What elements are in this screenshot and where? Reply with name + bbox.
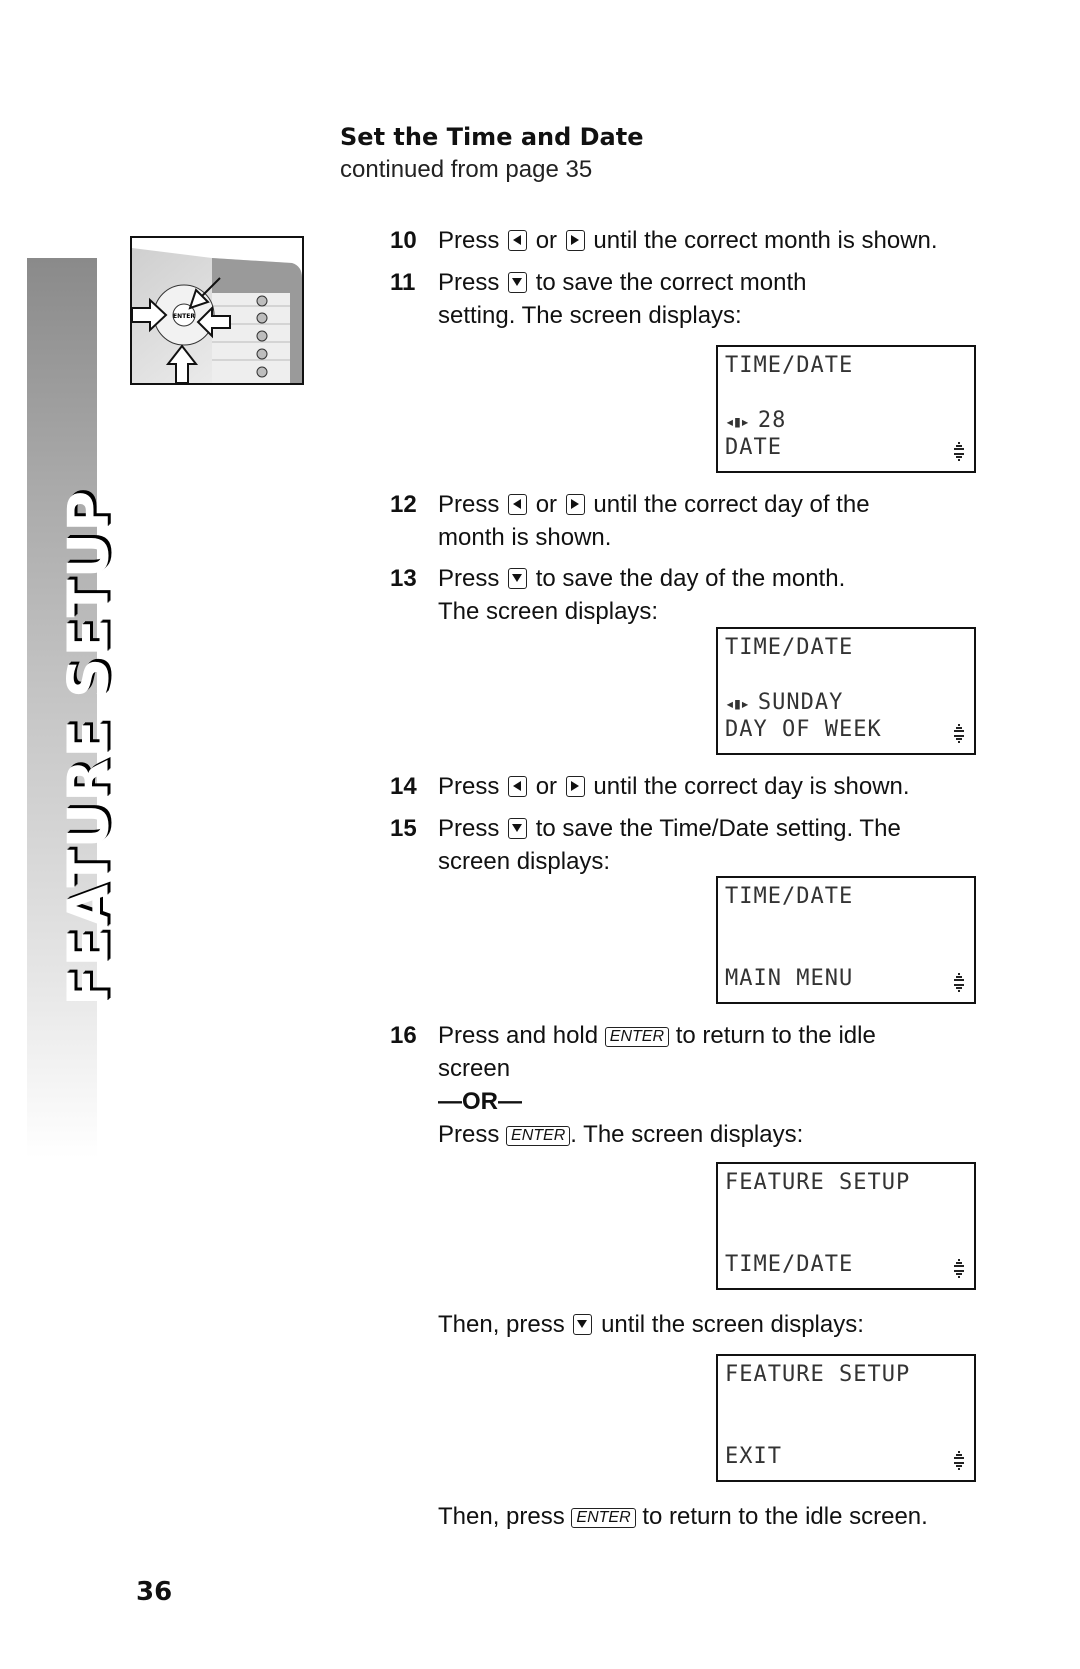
lcd-screen-day-of-week: TIME/DATE ◂▮▸ SUNDAY DAY OF WEEK: [716, 627, 976, 755]
scroll-indicator-icon: [954, 442, 964, 461]
para-text: until the screen displays:: [601, 1311, 864, 1338]
lcd-line-4: MAIN MENU: [725, 966, 854, 991]
left-arrow-key-icon: [508, 776, 528, 797]
step-text: screen: [438, 1055, 511, 1082]
step-text: month is shown.: [438, 524, 612, 551]
step-text: or: [535, 491, 558, 518]
enter-key-icon: ENTER: [604, 1027, 670, 1047]
step-number: 11: [390, 269, 416, 296]
section-side-tab: FEATURE SETUP: [27, 258, 122, 1158]
section-label: FEATURE SETUP: [56, 489, 122, 1007]
lcd-line-3: ◂▮▸ 28: [725, 408, 786, 433]
step-number: 10: [390, 227, 417, 254]
step-text: or: [535, 773, 558, 800]
right-arrow-key-icon: [565, 494, 585, 515]
step-text: Press: [438, 815, 500, 842]
scroll-indicator-icon: [954, 973, 964, 992]
remote-dpad-icon: ENTER: [132, 248, 302, 383]
step-text: until the correct day is shown.: [593, 773, 910, 800]
step-text: screen displays:: [438, 848, 611, 875]
scroll-indicator-icon: [954, 1259, 964, 1278]
para-text: Then, press: [438, 1311, 565, 1338]
svg-text:ENTER: ENTER: [173, 313, 195, 320]
right-arrow-key-icon: [565, 776, 585, 797]
enter-key-icon: ENTER: [506, 1126, 571, 1146]
step-number: 15: [390, 815, 417, 842]
step-text: The screen displays:: [438, 598, 659, 625]
step-text: until the correct month is shown.: [593, 227, 938, 254]
step-text: Press and hold: [438, 1022, 599, 1049]
lcd-line-1: TIME/DATE: [725, 353, 854, 378]
lcd-line-1: TIME/DATE: [725, 884, 854, 909]
adjust-arrows-icon: ◂▮▸: [725, 412, 750, 431]
lcd-value: 28: [757, 408, 787, 433]
down-arrow-key-icon: [508, 272, 528, 293]
lcd-line-4: DATE: [725, 435, 782, 460]
step-text: Press: [438, 227, 500, 254]
lcd-line-1: FEATURE SETUP: [725, 1170, 911, 1195]
scroll-indicator-icon: [954, 724, 964, 743]
lcd-value: SUNDAY: [757, 690, 844, 715]
adjust-arrows-icon: ◂▮▸: [725, 694, 750, 713]
step-number: 12: [390, 491, 417, 518]
page-number: 36: [136, 1577, 173, 1607]
down-arrow-key-icon: [508, 568, 528, 589]
then-press-down: Then, press until the screen displays:: [438, 1308, 864, 1341]
lcd-screen-date: TIME/DATE ◂▮▸ 28 DATE: [716, 345, 976, 473]
lcd-line-1: FEATURE SETUP: [725, 1362, 911, 1387]
step-text: Press: [438, 491, 500, 518]
remote-control-illustration: ENTER: [130, 236, 304, 385]
step-text: to save the Time/Date setting. The: [535, 815, 901, 842]
right-arrow-key-icon: [565, 230, 585, 251]
left-arrow-key-icon: [508, 494, 528, 515]
step-text: to save the day of the month.: [535, 565, 846, 592]
section-title: Set the Time and Date: [340, 123, 644, 151]
lcd-line-1: TIME/DATE: [725, 635, 854, 660]
step-text: until the correct day of the: [593, 491, 870, 518]
down-arrow-key-icon: [508, 818, 528, 839]
step-number: 16: [390, 1022, 417, 1049]
step-text: setting. The screen displays:: [438, 302, 742, 329]
then-press-enter: Then, press ENTER to return to the idle …: [438, 1500, 928, 1533]
lcd-line-4: DAY OF WEEK: [725, 717, 882, 742]
para-text: to return to the idle screen.: [642, 1503, 928, 1530]
lcd-line-3: ◂▮▸ SUNDAY: [725, 690, 843, 715]
step-text: to save the correct month: [535, 269, 807, 296]
step-text: Press: [438, 269, 500, 296]
lcd-screen-feature-setup-time-date: FEATURE SETUP TIME/DATE: [716, 1162, 976, 1290]
left-arrow-key-icon: [508, 230, 528, 251]
section-subtitle: continued from page 35: [340, 156, 593, 183]
step-text: . The screen displays:: [570, 1121, 804, 1148]
step-text: to return to the idle: [675, 1022, 876, 1049]
lcd-screen-main-menu: TIME/DATE MAIN MENU: [716, 876, 976, 1004]
lcd-screen-feature-setup-exit: FEATURE SETUP EXIT: [716, 1354, 976, 1482]
down-arrow-key-icon: [573, 1314, 593, 1335]
step-text: Press: [438, 1121, 500, 1148]
step-text: or: [535, 227, 558, 254]
enter-key-icon: ENTER: [571, 1508, 636, 1528]
or-separator: —OR—: [438, 1088, 522, 1115]
lcd-line-4: TIME/DATE: [725, 1252, 854, 1277]
step-text: Press: [438, 773, 500, 800]
step-text: Press: [438, 565, 500, 592]
scroll-indicator-icon: [954, 1451, 964, 1470]
step-number: 13: [390, 565, 417, 592]
step-number: 14: [390, 773, 417, 800]
lcd-line-4: EXIT: [725, 1444, 782, 1469]
para-text: Then, press: [438, 1503, 565, 1530]
